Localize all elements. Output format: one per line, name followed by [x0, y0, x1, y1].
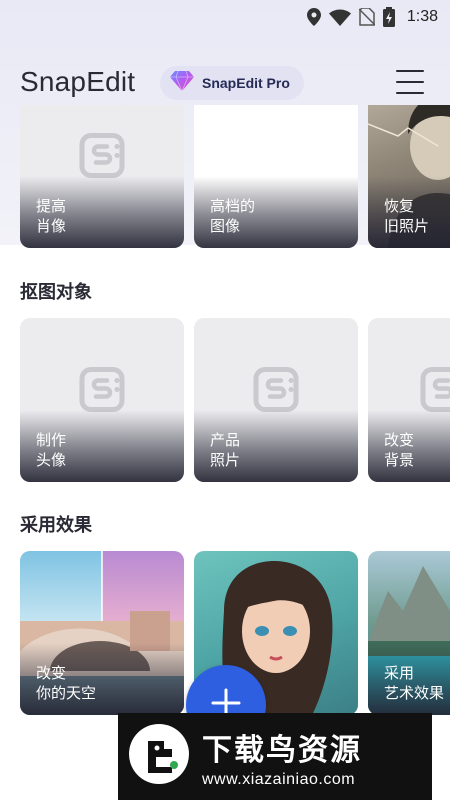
diamond-icon [170, 70, 194, 96]
card-label: 制作 头像 [36, 431, 67, 469]
section-title-cutout: 抠图对象 [20, 282, 92, 303]
hamburger-menu-icon[interactable] [396, 70, 424, 94]
wifi-icon [328, 9, 351, 26]
status-time: 1:38 [406, 8, 438, 25]
feature-row-cutout: 制作 头像 产品 照片 改变 背景 [0, 318, 450, 482]
card-label: 改变 背景 [384, 431, 415, 469]
feature-row-enhance: 提高 肖像 高档的 图像 恢复 旧照片 [0, 105, 450, 248]
snapedit-pro-button[interactable]: SnapEdit Pro [160, 66, 304, 100]
card-label: 恢复 旧照片 [384, 197, 430, 235]
card-art-effects[interactable]: 采用 艺术效果 [368, 551, 450, 715]
card-change-background[interactable]: 改变 背景 [368, 318, 450, 482]
pro-label: SnapEdit Pro [202, 75, 290, 91]
card-label: 提高 肖像 [36, 197, 67, 235]
card-change-sky[interactable]: 改变 你的天空 [20, 551, 184, 715]
card-label: 产品 照片 [210, 431, 241, 469]
section-title-effects: 采用效果 [20, 515, 92, 536]
card-label: 采用 艺术效果 [384, 664, 445, 702]
location-icon [306, 8, 321, 26]
watermark-banner: 下载鸟资源 www.xiazainiao.com [118, 713, 432, 800]
card-restore-old-photo[interactable]: 恢复 旧照片 [368, 105, 450, 248]
app-title: SnapEdit [20, 66, 136, 97]
battery-charging-icon [382, 7, 395, 27]
card-enhance-portrait[interactable]: 提高 肖像 [20, 105, 184, 248]
card-label: 高档的 图像 [210, 197, 256, 235]
app-header: SnapEdit SnapEdit Pro [0, 62, 450, 104]
no-sim-icon [358, 8, 375, 26]
card-product-photo[interactable]: 产品 照片 [194, 318, 358, 482]
watermark-title: 下载鸟资源 [202, 732, 362, 768]
card-upscale-image[interactable]: 高档的 图像 [194, 105, 358, 248]
status-bar: 1:38 [0, 0, 450, 34]
bird-logo-icon [128, 723, 190, 790]
watermark-url: www.xiazainiao.com [202, 770, 356, 788]
card-make-avatar[interactable]: 制作 头像 [20, 318, 184, 482]
card-label: 改变 你的天空 [36, 664, 97, 702]
